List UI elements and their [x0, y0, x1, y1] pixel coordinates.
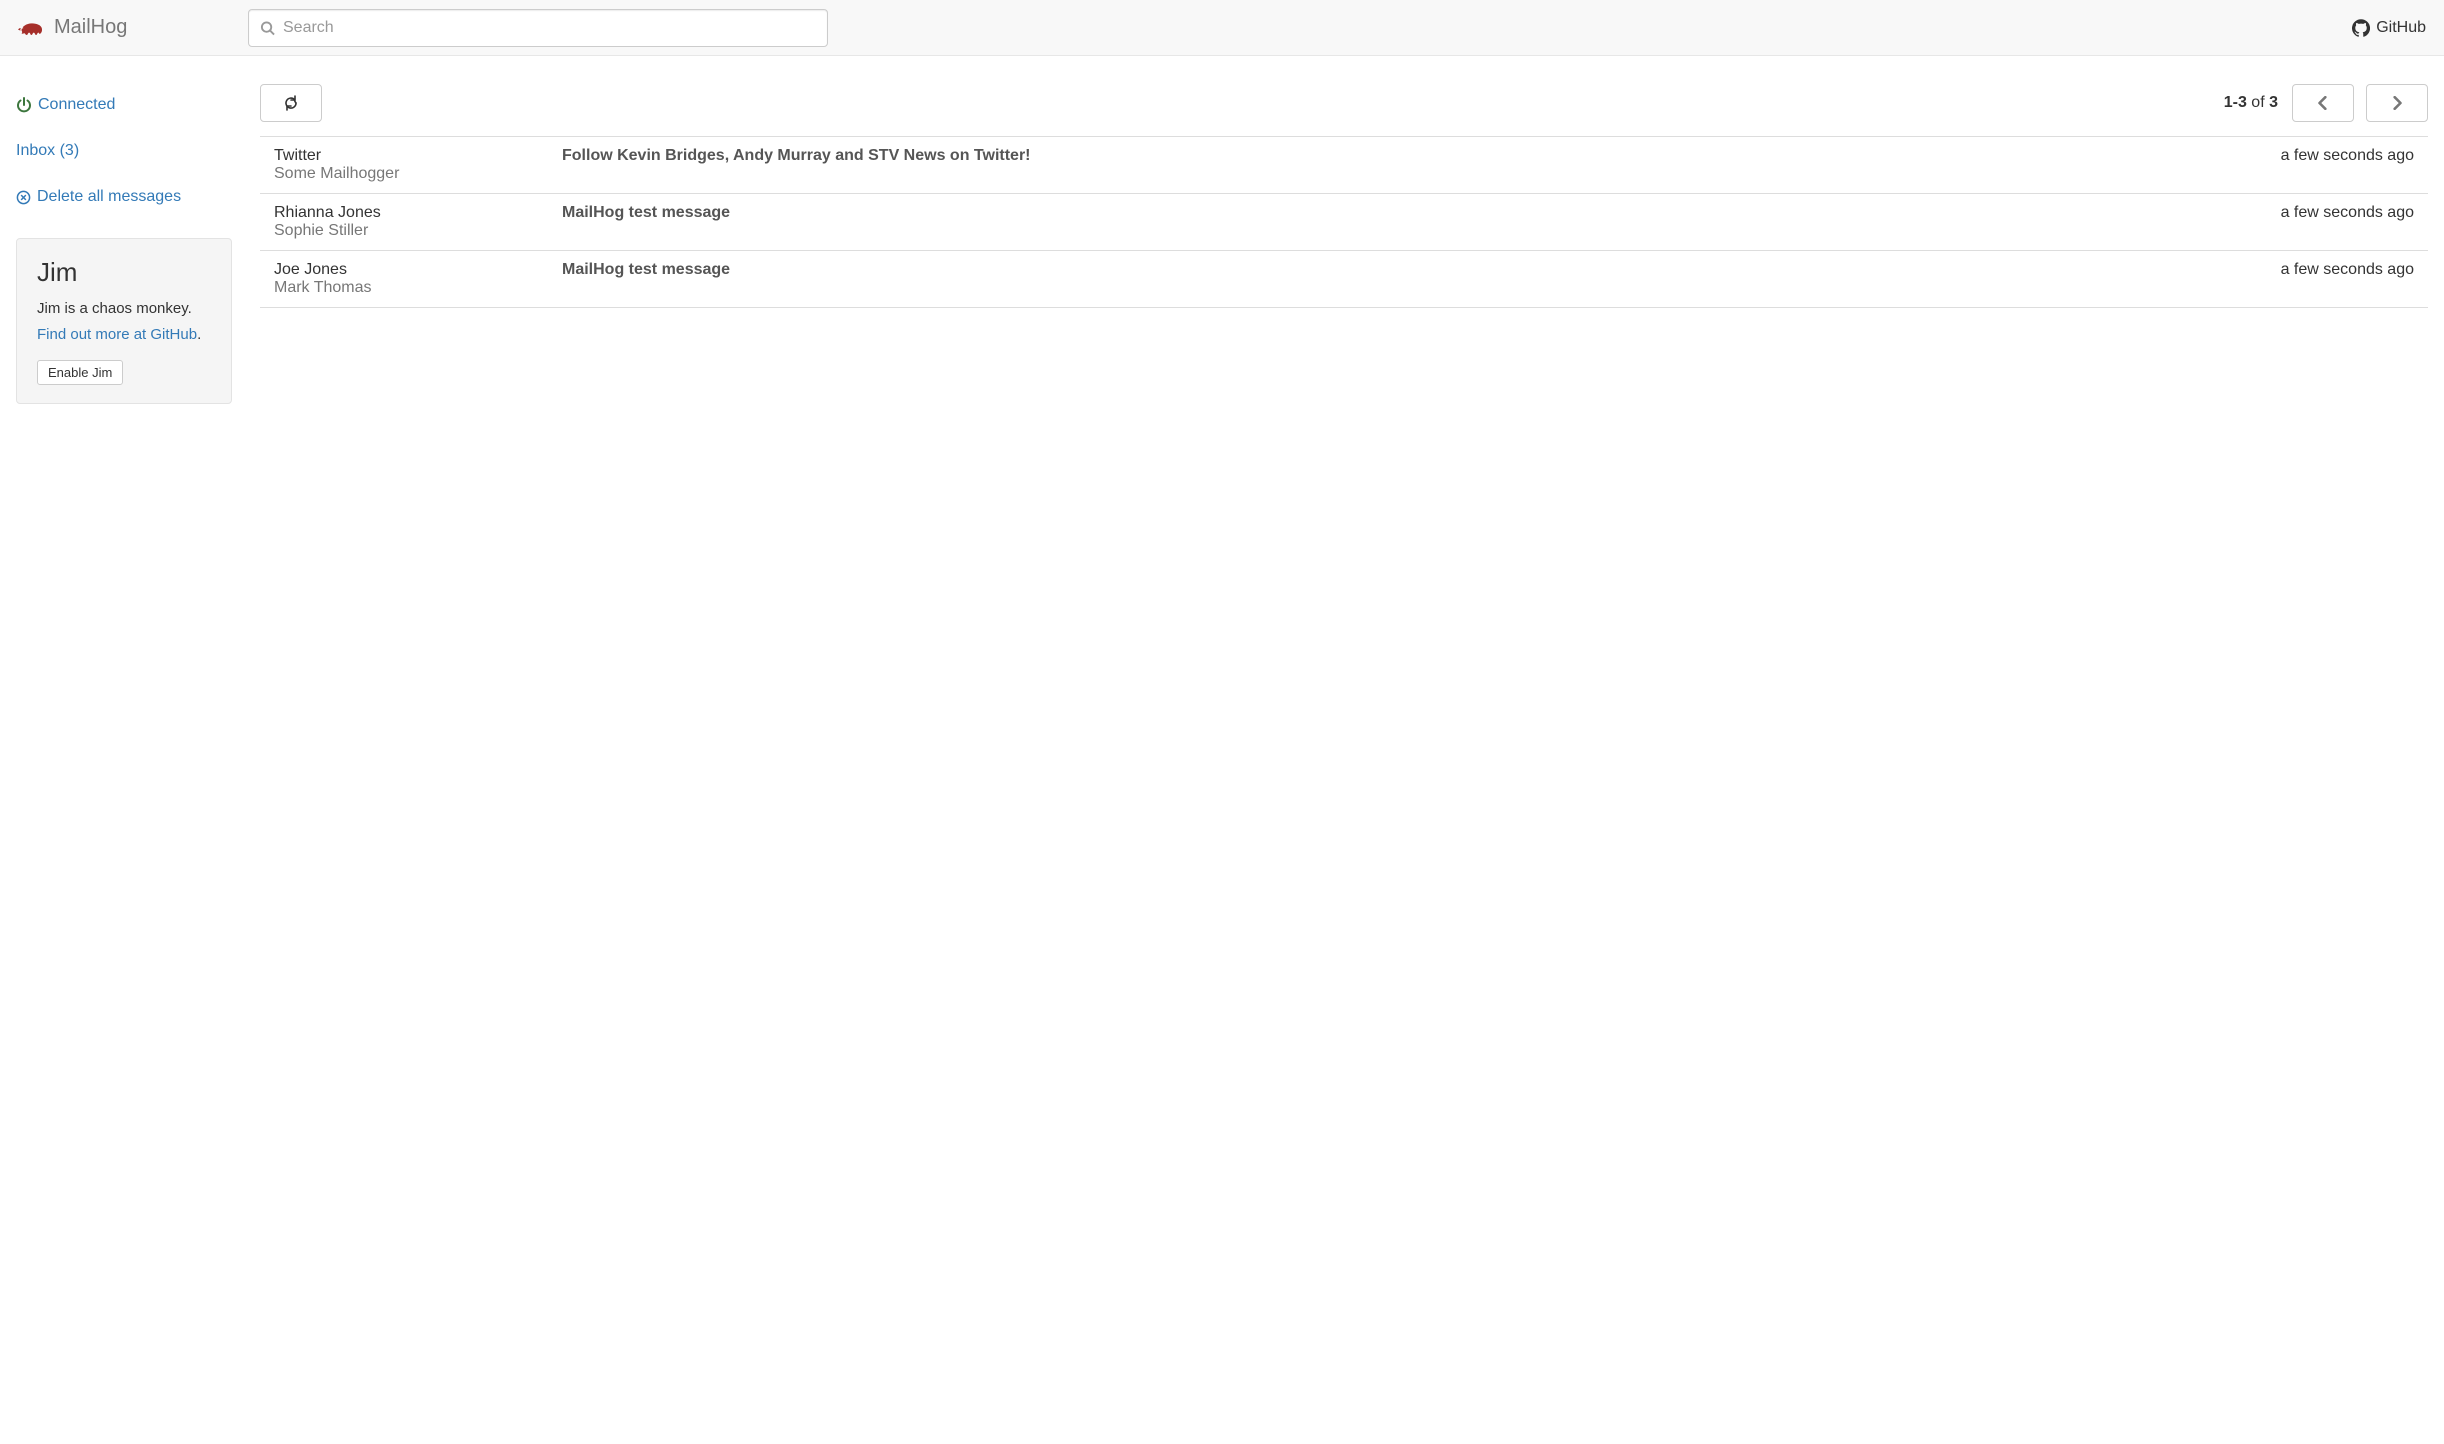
message-row[interactable]: TwitterSome MailhoggerFollow Kevin Bridg… [260, 137, 2428, 194]
chevron-left-icon [2317, 96, 2329, 110]
github-icon [2352, 19, 2370, 37]
message-people: Rhianna JonesSophie Stiller [274, 204, 562, 240]
pager-total: 3 [2269, 94, 2278, 111]
search-field [248, 9, 828, 47]
navbar: MailHog GitHub [0, 0, 2444, 56]
jim-desc: Jim is a chaos monkey. [37, 298, 211, 320]
message-to: Sophie Stiller [274, 222, 562, 240]
message-people: TwitterSome Mailhogger [274, 147, 562, 183]
message-from: Rhianna Jones [274, 204, 562, 222]
search-icon [260, 20, 275, 35]
message-people: Joe JonesMark Thomas [274, 261, 562, 297]
page-prev-button[interactable] [2292, 84, 2354, 122]
chevron-right-icon [2391, 96, 2403, 110]
message-time: a few seconds ago [2214, 261, 2414, 279]
delete-all-link[interactable]: Delete all messages [37, 188, 181, 206]
power-icon [16, 97, 32, 113]
pager-text: 1-3 of 3 [2224, 94, 2278, 112]
message-to: Mark Thomas [274, 279, 562, 297]
message-subject: MailHog test message [562, 204, 2214, 222]
main: 1-3 of 3 [248, 56, 2444, 324]
message-row[interactable]: Joe JonesMark ThomasMailHog test message… [260, 251, 2428, 308]
delete-icon [16, 190, 31, 205]
sidebar-item-delete-all[interactable]: Delete all messages [16, 178, 232, 224]
message-to: Some Mailhogger [274, 165, 562, 183]
jim-title: Jim [37, 257, 211, 288]
toolbar: 1-3 of 3 [260, 84, 2428, 136]
message-list: TwitterSome MailhoggerFollow Kevin Bridg… [260, 136, 2428, 308]
sidebar: Connected Inbox (3) Delete all messages … [0, 56, 248, 420]
message-time: a few seconds ago [2214, 147, 2414, 165]
page-next-button[interactable] [2366, 84, 2428, 122]
connection-status-label[interactable]: Connected [38, 96, 115, 114]
github-label: GitHub [2376, 19, 2426, 37]
jim-github-link[interactable]: Find out more at GitHub [37, 326, 197, 343]
pager-buttons [2292, 84, 2428, 122]
pager-range: 1-3 [2224, 94, 2247, 111]
jim-link-line: Find out more at GitHub. [37, 324, 211, 346]
github-link[interactable]: GitHub [2352, 19, 2426, 37]
hog-icon [18, 18, 46, 38]
message-subject: MailHog test message [562, 261, 2214, 279]
enable-jim-button[interactable]: Enable Jim [37, 360, 123, 385]
message-from: Twitter [274, 147, 562, 165]
refresh-button[interactable] [260, 84, 322, 122]
jim-panel: Jim Jim is a chaos monkey. Find out more… [16, 238, 232, 404]
message-row[interactable]: Rhianna JonesSophie StillerMailHog test … [260, 194, 2428, 251]
sidebar-item-inbox[interactable]: Inbox (3) [16, 132, 232, 178]
message-from: Joe Jones [274, 261, 562, 279]
brand[interactable]: MailHog [18, 16, 248, 39]
refresh-icon [283, 95, 299, 111]
message-subject: Follow Kevin Bridges, Andy Murray and ST… [562, 147, 2214, 165]
inbox-link[interactable]: Inbox (3) [16, 142, 79, 160]
search-input[interactable] [248, 9, 828, 47]
message-time: a few seconds ago [2214, 204, 2414, 222]
connection-status: Connected [16, 86, 232, 132]
brand-name: MailHog [54, 16, 127, 39]
